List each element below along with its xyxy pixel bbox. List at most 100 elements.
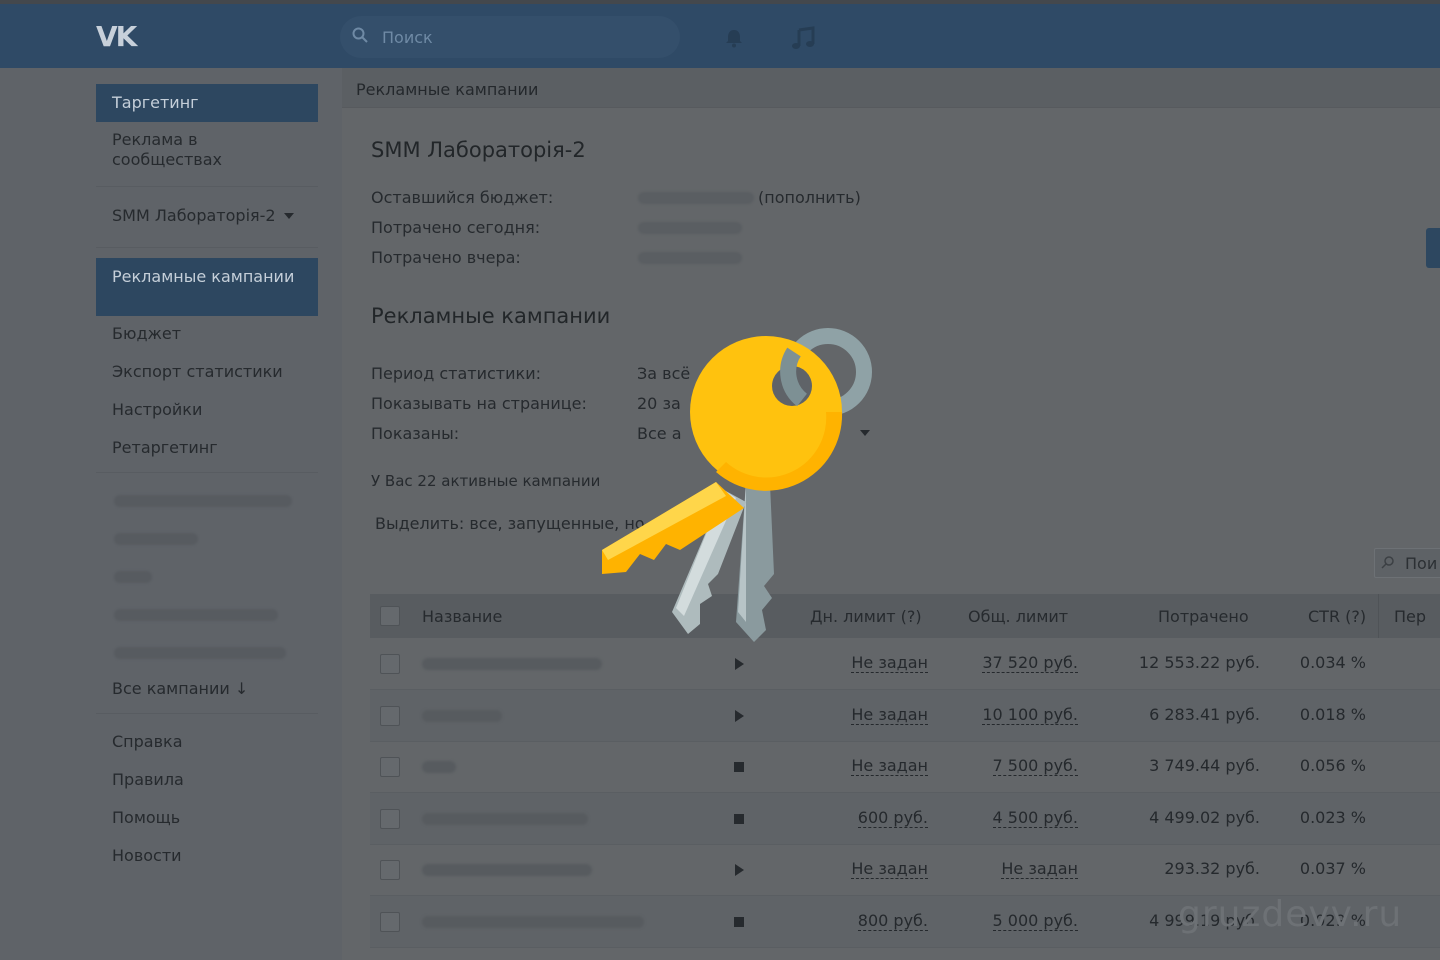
shown-label: Показаны: bbox=[371, 424, 460, 443]
ctr-value: 0.056 % bbox=[1299, 756, 1366, 775]
period-label: Период статистики: bbox=[371, 364, 541, 383]
table-row[interactable]: 600 руб. 4 500 руб. 4 499.02 руб. 0.023 % bbox=[370, 792, 1440, 845]
sidebar-divider bbox=[96, 247, 318, 248]
spent-value: 12 553.22 руб. bbox=[1138, 653, 1260, 672]
total-limit[interactable]: 37 520 руб. bbox=[982, 653, 1078, 673]
add-button-edge[interactable] bbox=[1426, 228, 1440, 268]
sidebar-item-settings[interactable]: Настройки bbox=[96, 400, 318, 438]
vk-logo[interactable]: VK bbox=[96, 20, 137, 53]
breadcrumb-item[interactable]: Рекламные кампании bbox=[356, 80, 538, 99]
sidebar-campaign-item[interactable] bbox=[114, 609, 278, 621]
row-checkbox[interactable] bbox=[380, 860, 400, 880]
col-name[interactable]: Название bbox=[422, 607, 502, 626]
footer-link-support[interactable]: Помощь bbox=[96, 808, 318, 846]
sidebar-campaign-list bbox=[96, 495, 318, 659]
account-selector[interactable]: SMM Лабораторія-2 bbox=[96, 205, 318, 227]
total-limit[interactable]: 7 500 руб. bbox=[992, 756, 1078, 776]
campaign-name[interactable] bbox=[422, 658, 602, 670]
table-row[interactable]: Не задан2 000 руб.2 004.00 руб.0.027 % bbox=[370, 947, 1440, 960]
day-limit[interactable]: 600 руб. bbox=[857, 808, 928, 828]
sidebar-divider bbox=[96, 472, 318, 473]
table-row[interactable]: Не задан Не задан 293.32 руб. 0.037 % bbox=[370, 844, 1440, 896]
header-divider bbox=[1378, 594, 1379, 638]
table-row[interactable]: Не задан 7 500 руб. 3 749.44 руб. 0.056 % bbox=[370, 741, 1440, 793]
budget-label: Оставшийся бюджет: bbox=[371, 188, 554, 207]
watermark: gruzdevv.ru bbox=[1178, 894, 1403, 935]
ctr-value: 0.023 % bbox=[1299, 807, 1366, 827]
day-limit[interactable]: Не задан bbox=[851, 653, 928, 673]
sidebar-campaign-item[interactable] bbox=[114, 647, 286, 659]
table-search-input[interactable]: Пои bbox=[1374, 548, 1440, 578]
total-limit[interactable]: 5 000 руб. bbox=[992, 911, 1078, 931]
spent-today-label: Потрачено сегодня: bbox=[371, 218, 541, 237]
ctr-value: 0.018 % bbox=[1299, 704, 1366, 724]
stop-icon[interactable] bbox=[734, 916, 744, 927]
play-icon[interactable] bbox=[735, 658, 744, 670]
col-ctr[interactable]: CTR (?) bbox=[1308, 607, 1366, 626]
spent-value: 6 283.41 руб. bbox=[1149, 704, 1260, 724]
play-icon[interactable] bbox=[735, 864, 744, 876]
bell-icon[interactable] bbox=[724, 28, 744, 48]
music-icon[interactable] bbox=[790, 26, 816, 52]
table-row[interactable]: Не задан 10 100 руб. 6 283.41 руб. 0.018 % bbox=[370, 689, 1440, 742]
search-icon bbox=[1381, 556, 1394, 569]
campaign-name[interactable] bbox=[422, 709, 502, 722]
row-checkbox[interactable] bbox=[380, 705, 400, 726]
sidebar-divider bbox=[96, 186, 318, 187]
total-limit[interactable]: Не задан bbox=[1001, 859, 1078, 879]
footer-link-rules[interactable]: Правила bbox=[96, 770, 318, 808]
sidebar: Таргетинг Реклама в сообществах SMM Лабо… bbox=[96, 84, 318, 884]
day-limit[interactable]: Не задан bbox=[851, 756, 928, 776]
account-name: SMM Лабораторія-2 bbox=[112, 205, 276, 225]
sidebar-divider bbox=[96, 713, 318, 714]
sidebar-campaign-item[interactable] bbox=[114, 571, 152, 583]
table-row[interactable]: Не задан 37 520 руб. 12 553.22 руб. 0.034 % bbox=[370, 638, 1440, 690]
campaign-name[interactable] bbox=[422, 812, 588, 825]
per-page-label: Показывать на странице: bbox=[371, 394, 587, 413]
spent-value: 293.32 руб. bbox=[1164, 859, 1260, 878]
search-input[interactable]: Поиск bbox=[340, 16, 680, 58]
row-checkbox[interactable] bbox=[380, 808, 400, 829]
all-campaigns-link[interactable]: Все кампании ↓ bbox=[96, 679, 318, 709]
campaign-name[interactable] bbox=[422, 864, 592, 876]
stop-icon[interactable] bbox=[734, 762, 744, 772]
sidebar-item-budget[interactable]: Бюджет bbox=[96, 324, 318, 362]
total-limit[interactable]: 4 500 руб. bbox=[992, 808, 1078, 828]
account-title: SMM Лабораторія-2 bbox=[371, 138, 586, 162]
col-next[interactable]: Пер bbox=[1394, 607, 1426, 626]
budget-value bbox=[638, 192, 754, 204]
col-spent[interactable]: Потрачено bbox=[1158, 607, 1249, 626]
footer-link-news[interactable]: Новости bbox=[96, 846, 318, 884]
sidebar-campaign-item[interactable] bbox=[114, 533, 198, 545]
ctr-value: 0.037 % bbox=[1299, 859, 1366, 878]
row-checkbox[interactable] bbox=[380, 911, 400, 932]
spent-yesterday-label: Потрачено вчера: bbox=[371, 248, 521, 267]
spent-today-value bbox=[638, 222, 742, 234]
sidebar-item-export[interactable]: Экспорт статистики bbox=[96, 362, 318, 400]
sidebar-item-community-ads[interactable]: Реклама в сообществах bbox=[96, 130, 256, 174]
sidebar-item-retargeting[interactable]: Ретаргетинг bbox=[96, 438, 318, 468]
select-all-checkbox[interactable] bbox=[380, 606, 400, 626]
row-checkbox[interactable] bbox=[380, 757, 400, 777]
day-limit[interactable]: Не задан bbox=[851, 859, 928, 879]
spent-value: 4 499.02 руб. bbox=[1149, 807, 1260, 827]
day-limit[interactable]: 800 руб. bbox=[857, 911, 928, 931]
row-checkbox[interactable] bbox=[380, 654, 400, 674]
search-icon bbox=[352, 27, 368, 43]
play-icon[interactable] bbox=[735, 709, 744, 722]
day-limit[interactable]: Не задан bbox=[851, 705, 928, 725]
campaign-name[interactable] bbox=[422, 915, 644, 928]
col-total-limit[interactable]: Общ. лимит bbox=[968, 607, 1068, 626]
campaign-name[interactable] bbox=[422, 761, 456, 773]
footer-link-help[interactable]: Справка bbox=[96, 732, 318, 770]
sidebar-item-targeting[interactable]: Таргетинг bbox=[96, 84, 318, 122]
topup-link[interactable]: (пополнить) bbox=[758, 188, 861, 207]
ctr-value: 0.034 % bbox=[1299, 653, 1366, 672]
spent-value: 3 749.44 руб. bbox=[1149, 756, 1260, 775]
campaigns-title: Рекламные кампании bbox=[371, 304, 611, 328]
spent-yesterday-value bbox=[638, 252, 742, 264]
stop-icon[interactable] bbox=[734, 813, 744, 824]
total-limit[interactable]: 10 100 руб. bbox=[982, 705, 1078, 725]
sidebar-campaign-item[interactable] bbox=[114, 495, 292, 507]
sidebar-item-campaigns[interactable]: Рекламные кампании bbox=[96, 258, 318, 316]
